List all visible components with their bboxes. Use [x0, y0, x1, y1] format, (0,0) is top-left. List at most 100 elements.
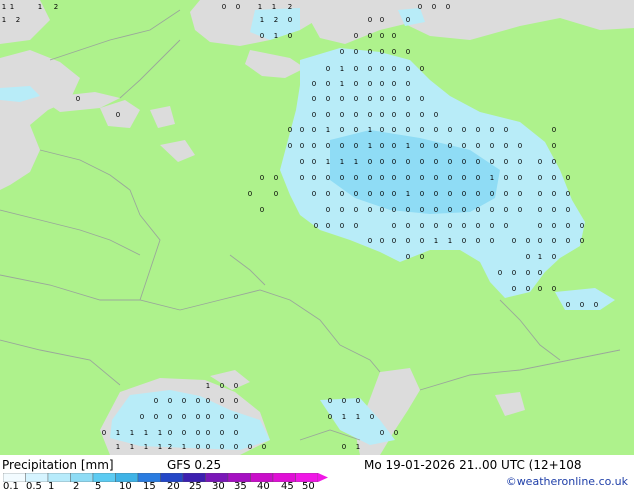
grid-value-marker: 0 [288, 126, 292, 134]
grid-value-marker: 2 [54, 3, 58, 11]
grid-value-marker: 0 [448, 142, 452, 150]
grid-value-marker: 0 [512, 269, 516, 277]
grid-value-marker: 0 [392, 111, 396, 119]
grid-value-marker: 0 [462, 222, 466, 230]
grid-value-marker: 0 [206, 397, 210, 405]
scale-label: 10 [119, 481, 132, 492]
grid-value-marker: 0 [340, 95, 344, 103]
valid-time: Mo 19-01-2026 21..00 UTC (12+108 [364, 458, 582, 472]
grid-value-marker: 0 [380, 190, 384, 198]
grid-value-marker: 0 [392, 174, 396, 182]
grid-value-marker: 0 [518, 158, 522, 166]
grid-value-marker: 0 [354, 95, 358, 103]
grid-value-marker: 0 [446, 3, 450, 11]
grid-value-marker: 0 [538, 206, 542, 214]
grid-value-marker: 0 [504, 158, 508, 166]
grid-value-marker: 1 [272, 3, 276, 11]
grid-value-marker: 0 [368, 65, 372, 73]
grid-value-marker: 0 [234, 429, 238, 437]
grid-value-marker: 0 [420, 65, 424, 73]
scale-label: 2 [73, 481, 80, 492]
grid-value-marker: 0 [326, 95, 330, 103]
grid-value-marker: 0 [434, 174, 438, 182]
grid-value-marker: 1 [326, 158, 330, 166]
grid-value-marker: 0 [538, 222, 542, 230]
grid-value-marker: 0 [380, 126, 384, 134]
grid-value-marker: 0 [448, 222, 452, 230]
grid-value-marker: 0 [538, 285, 542, 293]
grid-value-marker: 0 [566, 174, 570, 182]
grid-value-marker: 0 [354, 142, 358, 150]
grid-value-marker: 0 [392, 32, 396, 40]
grid-value-marker: 0 [580, 222, 584, 230]
grid-value-marker: 0 [518, 174, 522, 182]
grid-value-marker: 0 [434, 190, 438, 198]
credit-link[interactable]: ©weatheronline.co.uk [506, 475, 628, 488]
grid-value-marker: 0 [448, 190, 452, 198]
grid-value-marker: 1 [274, 32, 278, 40]
grid-value-marker: 0 [434, 222, 438, 230]
grid-value-marker: 0 [406, 65, 410, 73]
grid-value-marker: 0 [392, 142, 396, 150]
precipitation-map[interactable]: 1112001120001212000001000000000000100000… [0, 0, 634, 455]
grid-value-marker: 0 [566, 237, 570, 245]
grid-value-marker: 0 [368, 32, 372, 40]
grid-value-marker: 1 [116, 443, 120, 451]
grid-value-marker: 0 [526, 269, 530, 277]
grid-value-marker: 0 [354, 80, 358, 88]
grid-value-marker: 0 [354, 111, 358, 119]
grid-value-marker: 0 [380, 429, 384, 437]
grid-value-marker: 1 [356, 413, 360, 421]
grid-value-marker: 0 [552, 142, 556, 150]
grid-value-marker: 0 [116, 111, 120, 119]
grid-value-marker: 1 [326, 126, 330, 134]
grid-value-marker: 1 [158, 429, 162, 437]
grid-value-marker: 0 [420, 237, 424, 245]
grid-value-marker: 0 [420, 190, 424, 198]
grid-value-marker: 0 [300, 126, 304, 134]
grid-value-marker: 0 [566, 190, 570, 198]
grid-value-marker: 0 [220, 429, 224, 437]
grid-value-marker: 0 [326, 222, 330, 230]
grid-value-marker: 0 [260, 174, 264, 182]
grid-value-marker: 0 [420, 95, 424, 103]
grid-value-marker: 0 [196, 413, 200, 421]
grid-value-marker: 0 [168, 429, 172, 437]
grid-value-marker: 0 [340, 190, 344, 198]
grid-value-marker: 0 [432, 3, 436, 11]
grid-value-marker: 0 [504, 142, 508, 150]
grid-value-marker: 1 [434, 237, 438, 245]
grid-value-marker: 0 [538, 269, 542, 277]
grid-value-marker: 1 [354, 158, 358, 166]
grid-value-marker: 0 [392, 95, 396, 103]
grid-value-marker: 0 [380, 111, 384, 119]
grid-value-marker: 0 [288, 16, 292, 24]
grid-value-marker: 1 [130, 429, 134, 437]
scale-label: 25 [189, 481, 202, 492]
grid-value-marker: 1 [342, 413, 346, 421]
grid-value-marker: 0 [370, 413, 374, 421]
grid-value-marker: 0 [580, 237, 584, 245]
grid-value-marker: 0 [354, 48, 358, 56]
grid-value-marker: 0 [274, 190, 278, 198]
grid-value-marker: 0 [406, 206, 410, 214]
grid-value-marker: 0 [234, 413, 238, 421]
grid-value-marker: 0 [490, 142, 494, 150]
grid-value-marker: 0 [538, 158, 542, 166]
grid-value-marker: 1 [448, 237, 452, 245]
grid-value-marker: 0 [236, 3, 240, 11]
grid-value-marker: 0 [326, 206, 330, 214]
grid-value-marker: 0 [326, 80, 330, 88]
grid-value-marker: 0 [368, 190, 372, 198]
grid-value-marker: 0 [594, 301, 598, 309]
grid-value-marker: 0 [368, 16, 372, 24]
grid-value-marker: 0 [434, 142, 438, 150]
grid-value-marker: 0 [392, 222, 396, 230]
grid-value-marker: 0 [392, 48, 396, 56]
grid-value-marker: 0 [490, 190, 494, 198]
grid-value-marker: 0 [476, 222, 480, 230]
grid-value-marker: 0 [222, 3, 226, 11]
grid-value-marker: 0 [512, 285, 516, 293]
grid-value-marker: 0 [368, 111, 372, 119]
grid-value-marker: 0 [552, 126, 556, 134]
